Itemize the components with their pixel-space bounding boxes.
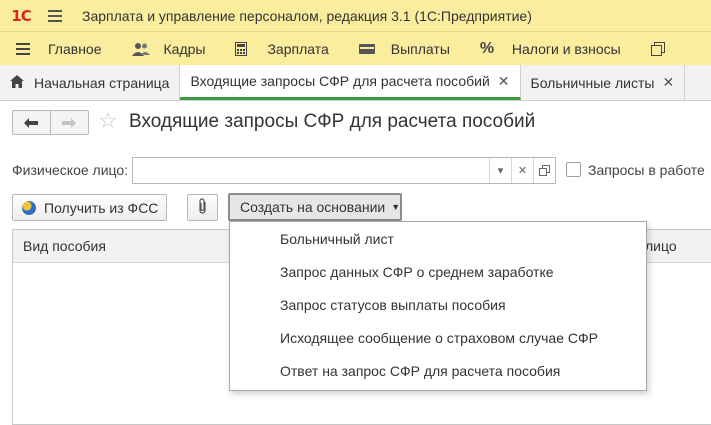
forward-button[interactable]	[51, 111, 89, 134]
create-based-on-button[interactable]: Создать на основании ▼	[228, 193, 402, 221]
wallet-icon	[358, 43, 381, 55]
main-menu-icon[interactable]	[42, 0, 68, 31]
menu-item-average-earnings-request[interactable]: Запрос данных СФР о среднем заработке	[280, 264, 554, 280]
section-hr[interactable]: Кадры	[116, 32, 220, 65]
sections-panel: Главное Кадры Зарплата Выплаты % Налоги …	[0, 31, 711, 65]
app-title: Зарплата и управление персоналом, редакц…	[82, 7, 532, 24]
tab-label: Начальная страница	[34, 74, 170, 91]
menu-item-payment-status-request[interactable]: Запрос статусов выплаты пособия	[280, 297, 506, 313]
history-nav	[12, 110, 89, 135]
column-header[interactable]: лицо	[645, 238, 677, 254]
open-tabs-bar: Начальная страница Входящие запросы СФР …	[0, 65, 711, 101]
section-payments[interactable]: Выплаты	[343, 32, 464, 65]
create-based-on-label: Создать на основании	[240, 199, 386, 215]
tab-sick-leaves[interactable]: Больничные листы ✕	[521, 65, 686, 100]
section-label: Зарплата	[267, 40, 329, 57]
title-bar: 1С Зарплата и управление персоналом, ред…	[0, 0, 711, 31]
dropdown-icon[interactable]: ▾	[489, 158, 511, 183]
documents-icon	[650, 41, 673, 56]
back-button[interactable]	[13, 111, 51, 134]
open-icon[interactable]	[533, 158, 555, 183]
arrow-left-icon	[24, 117, 39, 128]
attach-button[interactable]	[187, 194, 218, 221]
section-label: Главное	[48, 40, 102, 57]
in-work-label: Запросы в работе	[588, 162, 705, 178]
get-from-fss-label: Получить из ФСС	[44, 199, 159, 216]
home-icon	[10, 74, 24, 91]
menu-item-outgoing-message[interactable]: Исходящее сообщение о страховом случае С…	[280, 330, 598, 346]
favorite-star-icon[interactable]: ☆	[98, 108, 118, 134]
get-from-fss-button[interactable]: Получить из ФСС	[12, 194, 167, 221]
percent-icon: %	[479, 39, 495, 57]
section-taxes[interactable]: % Налоги и взносы	[464, 32, 635, 65]
tab-home[interactable]: Начальная страница	[0, 65, 181, 100]
chevron-down-icon: ▼	[391, 202, 401, 212]
calculator-icon	[235, 41, 257, 56]
hamburger-icon	[16, 42, 38, 55]
section-label: Налоги и взносы	[511, 40, 621, 57]
section-label: Кадры	[163, 40, 206, 57]
person-input[interactable]	[133, 158, 489, 183]
person-label: Физическое лицо:	[12, 162, 129, 178]
column-header[interactable]: Вид пособия	[23, 238, 106, 254]
paperclip-icon	[198, 197, 208, 218]
create-based-on-menu: Больничный лист Запрос данных СФР о сред…	[229, 221, 647, 391]
people-icon	[131, 42, 154, 56]
1c-logo[interactable]: 1С	[6, 0, 36, 31]
tab-label: Больничные листы	[530, 74, 655, 91]
in-work-checkbox[interactable]	[566, 162, 581, 177]
tab-label: Входящие запросы СФР для расчета пособий	[190, 73, 490, 89]
close-icon[interactable]: ✕	[498, 73, 510, 90]
clear-icon[interactable]: ✕	[511, 158, 533, 183]
section-more[interactable]	[635, 32, 697, 65]
form-title: Входящие запросы СФР для расчета пособий	[129, 111, 536, 132]
section-main[interactable]: Главное	[0, 32, 116, 65]
section-label: Выплаты	[390, 40, 450, 57]
fss-icon	[22, 200, 36, 215]
section-salary[interactable]: Зарплата	[219, 32, 342, 65]
tab-incoming-requests[interactable]: Входящие запросы СФР для расчета пособий…	[180, 65, 521, 100]
person-field[interactable]: ▾ ✕	[132, 157, 556, 184]
menu-item-sick-leave[interactable]: Больничный лист	[280, 231, 394, 247]
close-icon[interactable]: ✕	[662, 74, 674, 91]
arrow-right-icon	[62, 117, 77, 128]
menu-item-reply-to-request[interactable]: Ответ на запрос СФР для расчета пособия	[280, 363, 560, 379]
